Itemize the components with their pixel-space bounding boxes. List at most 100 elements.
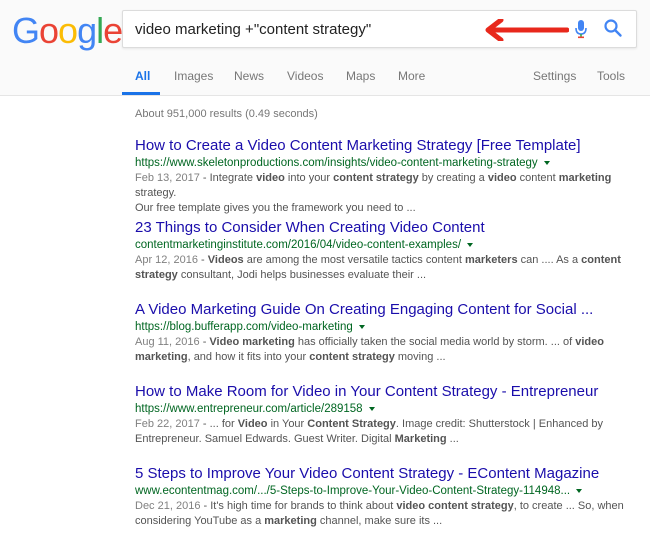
- snippet-keyword: video: [256, 172, 285, 184]
- search-header: Google video marketing +"content strateg…: [0, 0, 650, 96]
- snippet-keyword: marketing: [135, 351, 188, 363]
- snippet-text: , to create ... So, when: [513, 500, 624, 512]
- search-result: 23 Things to Consider When Creating Vide…: [135, 219, 635, 283]
- snippet-text: ...: [446, 433, 459, 445]
- snippet-line: Apr 12, 2016 - Videos are among the most…: [135, 253, 635, 268]
- snippet-text: , and how it fits into your: [187, 351, 310, 363]
- snippet-text: channel, make sure its ...: [316, 515, 443, 527]
- snippet-line: Feb 13, 2017 - Integrate video into your…: [135, 171, 635, 201]
- snippet-text: moving ...: [394, 351, 446, 363]
- result-url-text[interactable]: https://www.skeletonproductions.com/insi…: [135, 157, 538, 169]
- caret-down-icon[interactable]: [368, 406, 375, 411]
- result-date: Dec 21, 2016: [135, 500, 201, 512]
- result-url-text[interactable]: https://www.entrepreneur.com/article/289…: [135, 403, 363, 415]
- snippet-keyword: Marketing: [394, 433, 447, 445]
- snippet-keyword: marketers: [464, 254, 518, 266]
- microphone-icon[interactable]: [574, 19, 588, 39]
- search-box[interactable]: video marketing +"content strategy": [122, 10, 637, 48]
- logo-letter: o: [39, 10, 59, 51]
- search-icon[interactable]: [603, 18, 623, 38]
- snippet-text: by creating a: [418, 172, 488, 184]
- result-title-link[interactable]: 23 Things to Consider When Creating Vide…: [135, 219, 635, 237]
- search-tabs: All Images News Videos Maps More Setting…: [0, 62, 650, 95]
- snippet-text: into your: [284, 172, 334, 184]
- snippet-text: consultant, Jodi helps businesses evalua…: [177, 269, 427, 281]
- snippet-keyword: content: [581, 254, 621, 266]
- snippet-text: are among the most versatile tactics con…: [243, 254, 465, 266]
- logo-letter: l: [96, 10, 104, 51]
- result-date: Feb 13, 2017: [135, 172, 200, 184]
- tab-all[interactable]: All: [135, 69, 150, 83]
- snippet-keyword: Video marketing: [209, 336, 295, 348]
- logo-letter: g: [77, 10, 97, 51]
- caret-down-icon[interactable]: [543, 160, 550, 165]
- snippet-keyword: video: [575, 336, 604, 348]
- result-date: Apr 12, 2016: [135, 254, 198, 266]
- snippet-text: has officially taken the social media wo…: [294, 336, 576, 348]
- snippet-keyword: content strategy: [309, 351, 395, 363]
- result-date: Feb 22, 2017: [135, 418, 200, 430]
- snippet-text: - ... for: [199, 418, 238, 430]
- caret-down-icon[interactable]: [358, 324, 365, 329]
- snippet-text: - It's high time for brands to think abo…: [200, 500, 397, 512]
- snippet-text: -: [199, 336, 210, 348]
- snippet-text: content: [516, 172, 559, 184]
- snippet-line: considering YouTube as a marketing chann…: [135, 514, 635, 529]
- tab-news[interactable]: News: [234, 69, 264, 83]
- result-title-link[interactable]: How to Create a Video Content Marketing …: [135, 137, 635, 155]
- logo-letter: e: [103, 10, 123, 51]
- google-logo[interactable]: Google: [12, 10, 123, 52]
- result-url-text[interactable]: www.econtentmag.com/.../5-Steps-to-Impro…: [135, 485, 570, 497]
- result-snippet: Aug 11, 2016 - Video marketing has offic…: [135, 335, 635, 365]
- tab-tools[interactable]: Tools: [597, 69, 625, 83]
- snippet-line: Our free template gives you the framewor…: [135, 201, 635, 216]
- snippet-text: -: [198, 254, 208, 266]
- snippet-line: Entrepreneur. Samuel Edwards. Guest Writ…: [135, 432, 635, 447]
- snippet-line: Aug 11, 2016 - Video marketing has offic…: [135, 335, 635, 350]
- caret-down-icon[interactable]: [576, 488, 583, 493]
- result-title-link[interactable]: A Video Marketing Guide On Creating Enga…: [135, 301, 635, 319]
- snippet-text: . Image credit: Shutterstock | Enhanced …: [395, 418, 603, 430]
- tab-settings[interactable]: Settings: [533, 69, 576, 83]
- result-snippet: Feb 13, 2017 - Integrate video into your…: [135, 171, 635, 216]
- result-snippet: Apr 12, 2016 - Videos are among the most…: [135, 253, 635, 283]
- snippet-keyword: Content Strategy: [307, 418, 396, 430]
- snippet-keyword: video content strategy: [396, 500, 514, 512]
- tab-maps[interactable]: Maps: [346, 69, 375, 83]
- logo-letter: o: [58, 10, 78, 51]
- snippet-text: considering YouTube as a: [135, 515, 265, 527]
- snippet-line: Dec 21, 2016 - It's high time for brands…: [135, 499, 635, 514]
- snippet-keyword: marketing: [558, 172, 612, 184]
- tab-more[interactable]: More: [398, 69, 425, 83]
- search-result: A Video Marketing Guide On Creating Enga…: [135, 301, 635, 365]
- snippet-text: Entrepreneur. Samuel Edwards. Guest Writ…: [135, 433, 395, 445]
- result-url[interactable]: https://www.skeletonproductions.com/insi…: [135, 155, 635, 171]
- snippet-line: Feb 22, 2017 - ... for Video in Your Con…: [135, 417, 635, 432]
- result-url-text[interactable]: contentmarketinginstitute.com/2016/04/vi…: [135, 239, 461, 251]
- result-url[interactable]: www.econtentmag.com/.../5-Steps-to-Impro…: [135, 483, 635, 499]
- search-result: How to Make Room for Video in Your Conte…: [135, 383, 635, 447]
- search-result: How to Create a Video Content Marketing …: [135, 137, 635, 216]
- snippet-text: in Your: [267, 418, 308, 430]
- result-title-link[interactable]: How to Make Room for Video in Your Conte…: [135, 383, 635, 401]
- result-date: Aug 11, 2016: [135, 336, 200, 348]
- result-snippet: Feb 22, 2017 - ... for Video in Your Con…: [135, 417, 635, 447]
- snippet-line: marketing, and how it fits into your con…: [135, 350, 635, 365]
- snippet-line: strategy consultant, Jodi helps business…: [135, 268, 635, 283]
- snippet-keyword: video: [487, 172, 517, 184]
- result-title-link[interactable]: 5 Steps to Improve Your Video Content St…: [135, 465, 635, 483]
- result-url-text[interactable]: https://blog.bufferapp.com/video-marketi…: [135, 321, 353, 333]
- result-url[interactable]: https://www.entrepreneur.com/article/289…: [135, 401, 635, 417]
- result-url[interactable]: https://blog.bufferapp.com/video-marketi…: [135, 319, 635, 335]
- search-result: 5 Steps to Improve Your Video Content St…: [135, 465, 635, 529]
- result-stats: About 951,000 results (0.49 seconds): [135, 108, 318, 120]
- result-url[interactable]: contentmarketinginstitute.com/2016/04/vi…: [135, 237, 635, 253]
- snippet-keyword: content strategy: [333, 172, 419, 184]
- snippet-text: Our free template gives you the framewor…: [135, 202, 416, 214]
- result-snippet: Dec 21, 2016 - It's high time for brands…: [135, 499, 635, 529]
- caret-down-icon[interactable]: [467, 242, 474, 247]
- tab-images[interactable]: Images: [174, 69, 213, 83]
- snippet-text: can .... As a: [517, 254, 582, 266]
- tab-videos[interactable]: Videos: [287, 69, 323, 83]
- search-input[interactable]: video marketing +"content strategy": [135, 21, 371, 38]
